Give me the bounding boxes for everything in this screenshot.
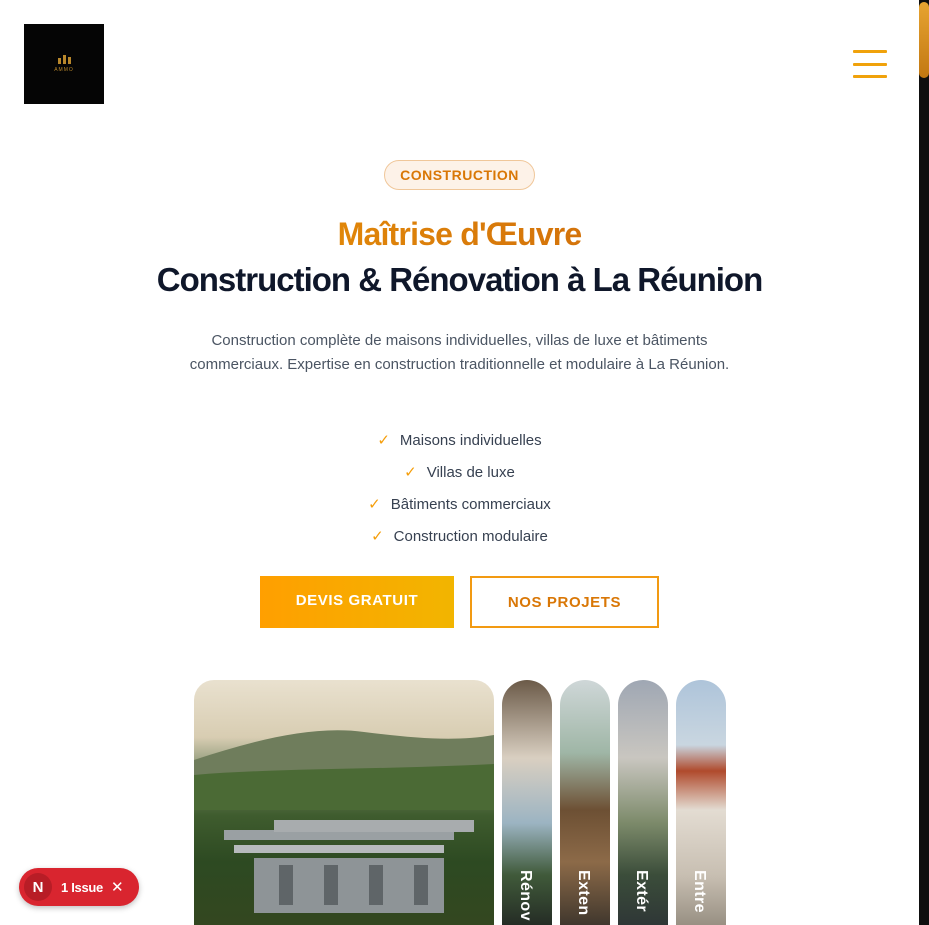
gallery-panel-label: Rénov [517, 870, 534, 921]
hamburger-menu-icon[interactable] [853, 50, 887, 78]
hero-description: Construction complète de maisons individ… [189, 332, 730, 373]
feature-label: Villas de luxe [426, 463, 515, 481]
feature-item: ✓ Maisons individuelles [0, 424, 919, 456]
check-icon: ✓ [371, 528, 384, 545]
hero-title-main: Construction & Rénovation à La Réunion [156, 261, 764, 298]
feature-item: ✓ Villas de luxe [0, 456, 919, 488]
scrollbar-track[interactable] [919, 0, 929, 925]
gallery-panel-label: Exten [575, 870, 592, 916]
gallery-panel-label: Extér [633, 870, 650, 913]
logo-text: AMMO [54, 67, 74, 73]
feature-label: Bâtiments commerciaux [390, 495, 551, 513]
logo[interactable]: AMMO [24, 24, 104, 104]
feature-item: ✓ Bâtiments commerciaux [0, 488, 919, 520]
our-projects-button[interactable]: NOS PROJETS [470, 576, 659, 628]
issues-badge[interactable]: N 1 Issue ✕ [19, 868, 139, 906]
feature-label: Construction modulaire [393, 527, 548, 545]
free-quote-button[interactable]: DEVIS GRATUIT [260, 576, 454, 628]
hero-title-accent: Maîtrise d'Œuvre [0, 216, 919, 253]
feature-label: Maisons individuelles [399, 431, 542, 449]
check-icon: ✓ [404, 464, 417, 481]
gallery-panel-renovation[interactable]: Rénov [502, 680, 552, 925]
issues-count-label: 1 Issue [61, 879, 103, 895]
close-icon[interactable]: ✕ [111, 880, 124, 895]
gallery-panel-construction-site[interactable] [194, 680, 494, 925]
section-badge: CONSTRUCTION [384, 160, 535, 190]
nextjs-logo-icon: N [24, 873, 52, 901]
check-icon: ✓ [368, 496, 381, 513]
gallery-panel-label: Entre [691, 870, 708, 913]
feature-item: ✓ Construction modulaire [0, 520, 919, 552]
feature-list: ✓ Maisons individuelles ✓ Villas de luxe ✓… [0, 424, 919, 552]
scrollbar-thumb[interactable] [919, 2, 929, 78]
logo-bars-icon [57, 55, 71, 64]
gallery-panel-extension[interactable]: Exten [560, 680, 610, 925]
logo-mark: AMMO [54, 55, 74, 73]
gallery-panel-maintenance[interactable]: Entre [676, 680, 726, 925]
gallery-panel-exterior[interactable]: Extér [618, 680, 668, 925]
construction-site-image [194, 730, 494, 913]
check-icon: ✓ [377, 432, 390, 449]
